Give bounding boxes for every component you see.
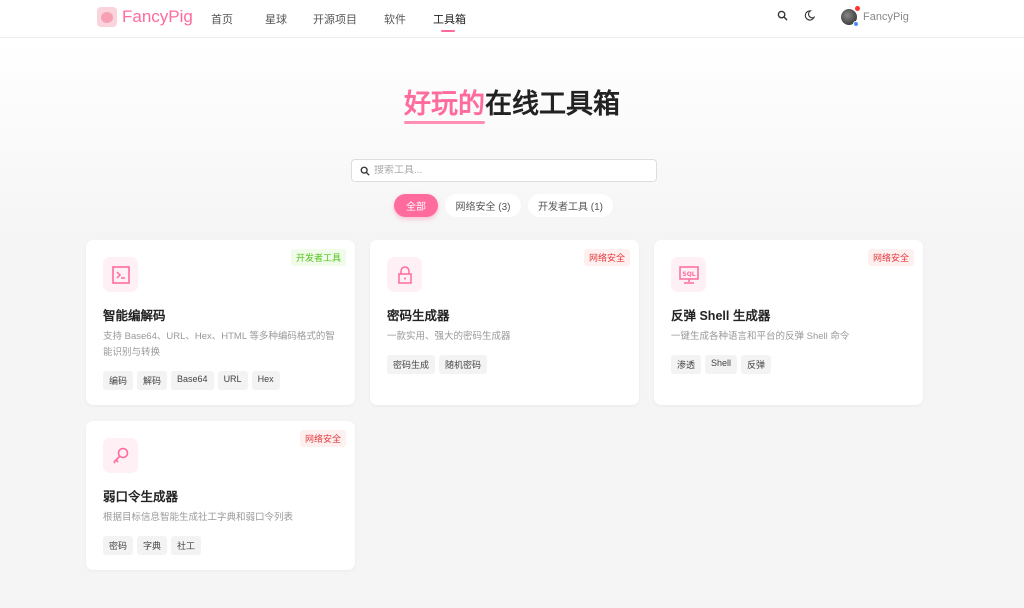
tool-card[interactable]: SQL 网络安全 反弹 Shell 生成器 一键生成各种语言和平台的反弹 She…	[654, 240, 923, 405]
nav-software[interactable]: 软件	[384, 11, 406, 27]
tag-list: 密码 字典 社工	[103, 536, 202, 555]
category-badge: 开发者工具	[290, 249, 346, 266]
nav-toolbox[interactable]: 工具箱	[433, 11, 466, 32]
tag: 渗透	[671, 355, 702, 374]
key-icon	[103, 438, 138, 473]
tag: 编码	[103, 371, 134, 390]
tag: 密码生成	[387, 355, 436, 374]
tag: 社工	[171, 536, 202, 555]
tool-card[interactable]: 开发者工具 智能编解码 支持 Base64、URL、Hex、HTML 等多种编码…	[86, 240, 355, 405]
tool-description: 根据目标信息智能生成社工字典和弱口令列表	[103, 512, 294, 523]
sql-monitor-icon: SQL	[671, 257, 706, 292]
notification-dot	[855, 6, 860, 11]
verified-badge-icon	[853, 21, 859, 27]
filter-network-security[interactable]: 网络安全 (3)	[445, 194, 521, 217]
nav-open-source[interactable]: 开源项目	[313, 11, 357, 27]
category-badge: 网络安全	[867, 249, 914, 266]
nav-home[interactable]: 首页	[211, 11, 233, 27]
search-icon[interactable]	[777, 10, 788, 24]
tag: 反弹	[741, 355, 772, 374]
tool-name: 反弹 Shell 生成器	[671, 309, 771, 323]
filter-developer-tools[interactable]: 开发者工具 (1)	[528, 194, 613, 217]
moon-icon[interactable]	[804, 10, 816, 24]
tag: 随机密码	[439, 355, 488, 374]
search-input[interactable]	[374, 165, 656, 176]
terminal-icon	[103, 257, 138, 292]
tag-list: 编码 解码 Base64 URL Hex	[103, 371, 280, 390]
search-icon	[360, 166, 370, 176]
filter-all[interactable]: 全部	[394, 194, 438, 217]
lock-icon	[387, 257, 422, 292]
tag: URL	[217, 371, 248, 390]
tag: Hex	[251, 371, 280, 390]
logo-text: FancyPig	[122, 7, 193, 26]
tag: Shell	[705, 355, 738, 374]
category-badge: 网络安全	[299, 430, 346, 447]
tag: Base64	[171, 371, 214, 390]
svg-text:SQL: SQL	[682, 271, 695, 278]
tool-name: 密码生成器	[387, 309, 450, 323]
tool-name: 智能编解码	[103, 309, 166, 323]
tool-card[interactable]: 网络安全 密码生成器 一款实用、强大的密码生成器 密码生成 随机密码	[370, 240, 639, 405]
logo[interactable]: FancyPig	[97, 7, 193, 27]
tool-description: 支持 Base64、URL、Hex、HTML 等多种编码格式的智能识别与转换	[103, 331, 335, 358]
user-avatar[interactable]	[841, 6, 860, 27]
top-nav-bar: FancyPig 首页 星球 开源项目 软件 工具箱 FancyPig	[0, 0, 1024, 38]
title-highlight: 好玩的	[404, 89, 485, 119]
tool-description: 一键生成各种语言和平台的反弹 Shell 命令	[671, 331, 850, 342]
tool-description: 一款实用、强大的密码生成器	[387, 331, 511, 342]
page-title: 好玩的在线工具箱	[0, 82, 1024, 121]
search-box[interactable]	[351, 159, 657, 182]
tag-list: 密码生成 随机密码	[387, 355, 488, 374]
pig-logo-icon	[97, 7, 117, 27]
nav-planet[interactable]: 星球	[265, 11, 287, 27]
title-rest: 在线工具箱	[485, 89, 620, 119]
tool-name: 弱口令生成器	[103, 490, 179, 504]
tag: 密码	[103, 536, 134, 555]
tag-list: 渗透 Shell 反弹	[671, 355, 772, 374]
username[interactable]: FancyPig	[863, 11, 909, 23]
category-badge: 网络安全	[583, 249, 630, 266]
tool-card[interactable]: 网络安全 弱口令生成器 根据目标信息智能生成社工字典和弱口令列表 密码 字典 社工	[86, 421, 355, 570]
tag: 解码	[137, 371, 168, 390]
tag: 字典	[137, 536, 168, 555]
